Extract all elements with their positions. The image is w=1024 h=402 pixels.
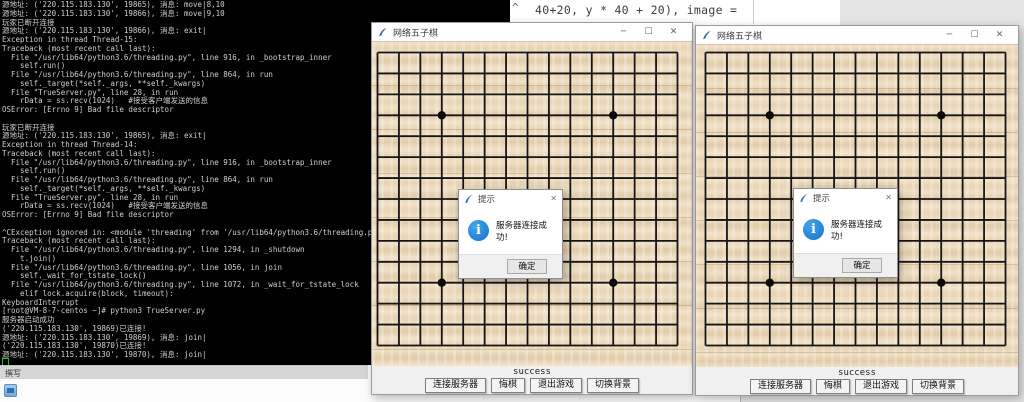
minimize-icon[interactable]: ─ <box>937 26 962 44</box>
status-text: success <box>372 366 692 377</box>
gomoku-window-1: 网络五子棋 ─ ☐ ✕ success 连接服务器 悔棋 退出游戏 切换背景 <box>371 22 693 395</box>
prompt-dialog: 提示 ✕ i 服务器连接成功! 确定 <box>793 188 898 278</box>
minimize-icon[interactable]: ─ <box>611 23 636 41</box>
info-icon: i <box>468 220 489 241</box>
tk-feather-icon <box>702 30 712 40</box>
connect-server-button[interactable]: 连接服务器 <box>425 378 486 393</box>
undo-move-button[interactable]: 悔棋 <box>816 379 850 394</box>
status-text: success <box>696 367 1018 378</box>
app-icon[interactable] <box>4 384 17 397</box>
switch-background-button[interactable]: 切换背景 <box>912 379 964 394</box>
switch-background-button[interactable]: 切换背景 <box>587 378 639 393</box>
code-caret: ^ <box>512 1 519 14</box>
maximize-icon[interactable]: ☐ <box>962 26 987 44</box>
exit-game-button[interactable]: 退出游戏 <box>855 379 907 394</box>
code-editor-gutter <box>840 0 1024 25</box>
dialog-close-icon[interactable]: ✕ <box>885 193 892 202</box>
editor-divider <box>753 0 754 24</box>
dialog-message: 服务器连接成功! <box>496 219 553 243</box>
compose-bar: 撰写 <box>0 365 368 379</box>
dialog-title: 提示 <box>813 192 830 204</box>
dialog-titlebar[interactable]: 提示 ✕ <box>459 190 562 207</box>
dialog-message: 服务器连接成功! <box>831 218 888 242</box>
exit-game-button[interactable]: 退出游戏 <box>530 378 582 393</box>
window-titlebar[interactable]: 网络五子棋 ─ ☐ ✕ <box>372 23 692 41</box>
status-area: success 连接服务器 悔棋 退出游戏 切换背景 <box>696 367 1018 395</box>
status-area: success 连接服务器 悔棋 退出游戏 切换背景 <box>372 366 692 394</box>
backdrop-right-sliver <box>1019 25 1024 402</box>
close-icon[interactable]: ✕ <box>661 23 686 41</box>
window-title: 网络五子棋 <box>393 26 438 39</box>
prompt-dialog: 提示 ✕ i 服务器连接成功! 确定 <box>458 189 563 279</box>
tk-feather-icon <box>799 193 809 203</box>
info-icon: i <box>803 219 824 240</box>
dialog-titlebar[interactable]: 提示 ✕ <box>794 189 897 206</box>
dialog-title: 提示 <box>478 193 495 205</box>
window-title: 网络五子棋 <box>717 29 762 42</box>
gomoku-window-2: 网络五子棋 ─ ☐ ✕ success 连接服务器 悔棋 退出游戏 切换背景 <box>695 25 1019 396</box>
terminal-cursor <box>2 358 9 365</box>
terminal-output: 源地址: ('220.115.183.130', 19865), 消息: mov… <box>2 1 386 360</box>
desktop: ^ 40+20, y * 40 + 20), image = 源地址: ('22… <box>0 0 1024 402</box>
tk-feather-icon <box>464 194 474 204</box>
window-titlebar[interactable]: 网络五子棋 ─ ☐ ✕ <box>696 26 1018 44</box>
ok-button[interactable]: 确定 <box>842 258 882 273</box>
compose-body <box>0 379 368 402</box>
tk-feather-icon <box>378 27 388 37</box>
dialog-close-icon[interactable]: ✕ <box>550 194 557 203</box>
close-icon[interactable]: ✕ <box>987 26 1012 44</box>
code-line: 40+20, y * 40 + 20), image = <box>535 3 737 17</box>
ok-button[interactable]: 确定 <box>507 259 547 274</box>
maximize-icon[interactable]: ☐ <box>636 23 661 41</box>
connect-server-button[interactable]: 连接服务器 <box>750 379 811 394</box>
undo-move-button[interactable]: 悔棋 <box>491 378 525 393</box>
